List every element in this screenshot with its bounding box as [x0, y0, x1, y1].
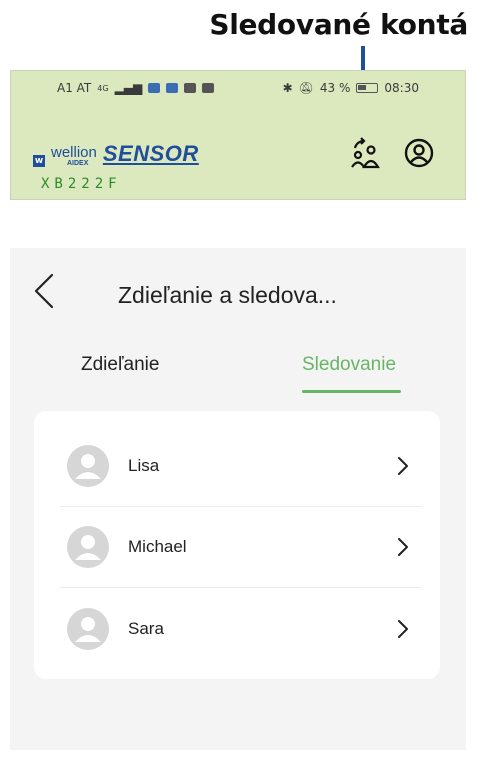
contact-list: Lisa Michael Sara [34, 411, 440, 679]
brand-sub: AIDEX [67, 160, 89, 167]
app-notification-icon [184, 83, 197, 93]
avatar-icon [67, 608, 109, 650]
bluetooth-icon: ✱ [282, 81, 293, 95]
carrier-label: A1 AT [57, 81, 92, 95]
contact-row-sara[interactable]: Sara [34, 588, 440, 670]
tab-sharing[interactable]: Zdieľanie [81, 354, 159, 376]
status-bar: A1 AT 4G ▂▄▆ ✱ 🔕︎ 43 % 08:30 [11, 79, 465, 99]
signal-icon: ▂▄▆ [114, 81, 143, 95]
battery-percent: 43 % [319, 81, 351, 95]
chevron-right-icon [398, 538, 408, 556]
network-label: 4G [97, 83, 109, 93]
switch-user-icon[interactable] [349, 137, 381, 169]
page-title: Zdieľanie a sledova... [118, 282, 337, 308]
contact-name: Lisa [128, 456, 160, 475]
clock: 08:30 [384, 81, 419, 95]
contact-name: Sara [128, 619, 164, 638]
contact-row-lisa[interactable]: Lisa [34, 425, 440, 507]
chevron-right-icon [398, 457, 408, 475]
brand-prefix: wellion [51, 144, 97, 161]
sensor-serial: XB222F [41, 176, 122, 192]
brand-name: SENSOR [102, 141, 199, 166]
sharing-screen: Zdieľanie a sledova... Zdieľanie Sledova… [10, 248, 466, 750]
brand-logo: w wellion AIDEX SENSOR [33, 141, 199, 167]
back-arrow-icon[interactable] [32, 272, 60, 310]
avatar-icon [67, 445, 109, 487]
active-tab-indicator [302, 390, 401, 393]
chevron-right-icon [398, 620, 408, 638]
app-notification-icon [166, 83, 179, 93]
tab-following[interactable]: Sledovanie [302, 354, 396, 376]
app-notification-icon [148, 83, 161, 93]
avatar-icon [67, 526, 109, 568]
wellion-logo-icon: w [33, 155, 45, 167]
battery-icon [356, 83, 379, 93]
contact-name: Michael [128, 537, 187, 556]
app-notification-icon [202, 83, 215, 93]
contact-row-michael[interactable]: Michael [34, 506, 440, 588]
annotation-caption: Sledované kontá [209, 8, 468, 41]
mute-icon: 🔕︎ [298, 81, 314, 95]
app-header-screenshot: A1 AT 4G ▂▄▆ ✱ 🔕︎ 43 % 08:30 w wellion A… [10, 70, 466, 200]
profile-icon[interactable] [403, 137, 435, 169]
